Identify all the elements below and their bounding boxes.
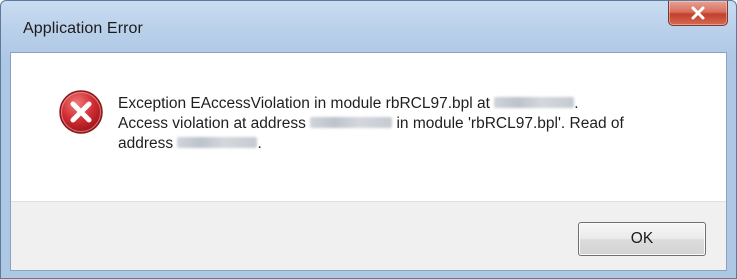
- button-bar: OK: [11, 201, 726, 270]
- message-line-3-text: address: [118, 135, 174, 152]
- redacted-address-1: [494, 96, 575, 108]
- redacted-address-2: [310, 116, 393, 128]
- error-dialog-window: Application Error Exception EAccessViola…: [0, 0, 737, 279]
- close-icon: [691, 6, 705, 20]
- message-line-1: Exception EAccessViolation in module rbR…: [118, 94, 708, 114]
- message-line-2-text: Access violation at address: [118, 115, 306, 132]
- message-line-2: Access violation at address in module 'r…: [118, 114, 708, 134]
- ok-button[interactable]: OK: [578, 222, 706, 256]
- message-line-3-end: .: [257, 135, 262, 152]
- message-line-1-end: .: [574, 95, 579, 112]
- dialog-content: Exception EAccessViolation in module rbR…: [10, 52, 727, 271]
- message-line-1-text: Exception EAccessViolation in module rbR…: [118, 95, 490, 112]
- message-line-2-end: in module 'rbRCL97.bpl'. Read of: [396, 115, 624, 132]
- window-title: Application Error: [23, 20, 143, 37]
- redacted-address-3: [177, 136, 258, 148]
- title-bar[interactable]: Application Error: [1, 1, 736, 37]
- error-x-icon: [59, 90, 103, 134]
- message-line-3: address .: [118, 134, 708, 154]
- close-button[interactable]: [668, 1, 728, 26]
- error-message: Exception EAccessViolation in module rbR…: [118, 94, 708, 154]
